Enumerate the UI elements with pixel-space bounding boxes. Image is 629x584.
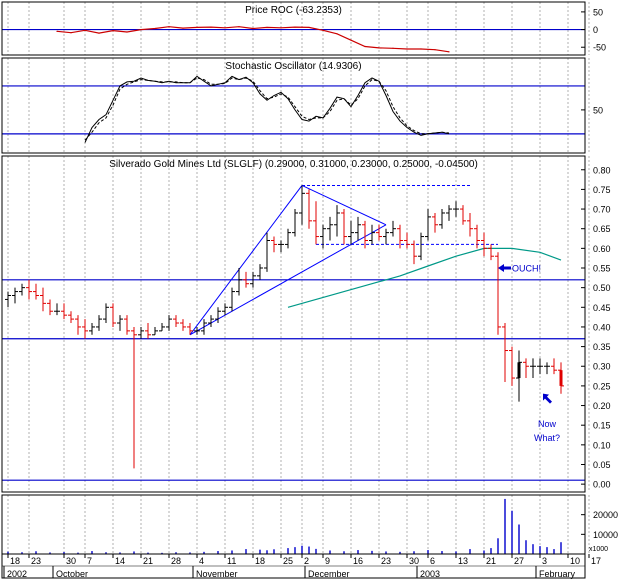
price-bar-body-79 <box>559 370 563 386</box>
price-ytick-label-1: 0.75 <box>593 185 611 195</box>
price-annotation-arrow-now <box>543 393 552 404</box>
roc-point-4 <box>112 30 114 32</box>
price-ytick-label-16: 0.00 <box>593 480 611 490</box>
time-tick-label-20: 3 <box>542 556 547 566</box>
time-tick-label-22: 17 <box>591 556 601 566</box>
roc-point-13 <box>238 26 240 28</box>
chart-svg: 50 0 -50 Price ROC (-63.2353) 50 Stochastic O… <box>1 1 618 579</box>
time-tick-label-4: 14 <box>115 556 125 566</box>
price-ytick-label-10: 0.30 <box>593 362 611 372</box>
roc-point-7 <box>154 27 156 30</box>
chart-root: 50 0 -50 Price ROC (-63.2353) 50 Stochastic O… <box>0 0 629 579</box>
roc-point-28 <box>448 51 450 53</box>
roc-ytick-label-2: -50 <box>593 43 606 53</box>
roc-point-2 <box>84 29 86 31</box>
roc-point-18 <box>308 26 310 29</box>
price-ytick-label-0: 0.80 <box>593 165 611 175</box>
roc-point-27 <box>434 49 436 51</box>
roc-point-22 <box>364 45 366 48</box>
roc-ytick-label-1: 0 <box>593 25 598 35</box>
roc-point-16 <box>280 27 282 29</box>
price-ytick-label-15: 0.05 <box>593 460 611 470</box>
time-tick-label-12: 9 <box>325 556 330 566</box>
time-tick-label-5: 21 <box>143 556 153 566</box>
time-tick-label-10: 25 <box>283 556 293 566</box>
roc-point-24 <box>392 47 394 49</box>
roc-point-19 <box>322 29 324 31</box>
roc-point-5 <box>126 31 128 33</box>
roc-point-6 <box>140 28 142 31</box>
roc-title: Price ROC (-63.2353) <box>245 5 342 16</box>
roc-point-15 <box>266 26 268 29</box>
time-tick-label-17: 13 <box>458 556 468 566</box>
time-tick-label-13: 16 <box>353 556 363 566</box>
time-tick-label-14: 23 <box>381 556 391 566</box>
time-period-label-3: December <box>308 569 350 579</box>
price-ytick-label-5: 0.55 <box>593 264 611 274</box>
price-ytick-label-7: 0.45 <box>593 303 611 313</box>
time-tick-label-0: 18 <box>10 556 20 566</box>
roc-point-26 <box>420 48 422 50</box>
time-tick-label-9: 18 <box>255 556 265 566</box>
time-tick-label-2: 30 <box>66 556 76 566</box>
time-period-label-0: 2002 <box>7 569 27 579</box>
price-annotation-arrow-0 <box>498 264 511 272</box>
price-trendline-0 <box>189 185 303 336</box>
stoch-frame <box>1 57 586 154</box>
price-ytick-label-8: 0.40 <box>593 322 611 332</box>
stoch-ytick-label-0: 50 <box>593 105 603 115</box>
price-annotation-0: OUCH! <box>512 264 541 274</box>
roc-point-12 <box>224 27 226 29</box>
price-ytick-label-6: 0.50 <box>593 283 611 293</box>
roc-point-21 <box>350 39 352 41</box>
roc-point-14 <box>252 27 254 30</box>
price-ytick-label-12: 0.20 <box>593 401 611 411</box>
roc-point-9 <box>182 27 184 29</box>
time-period-label-2: November <box>196 569 238 579</box>
stoch-title: Stochastic Oscillator (14.9306) <box>225 61 361 72</box>
time-period-label-1: October <box>56 569 88 579</box>
time-tick-label-16: 6 <box>430 556 435 566</box>
time-tick-label-6: 28 <box>171 556 181 566</box>
time-tick-label-19: 27 <box>514 556 524 566</box>
stoch-series-d-line <box>84 77 450 141</box>
roc-point-0 <box>56 30 58 32</box>
time-tick-label-7: 4 <box>199 556 204 566</box>
time-tick-label-8: 11 <box>227 556 236 566</box>
roc-point-23 <box>378 47 380 49</box>
time-period-label-5: February <box>539 569 576 579</box>
time-tick-label-3: 7 <box>87 556 92 566</box>
time-tick-label-15: 30 <box>409 556 419 566</box>
volume-ytick-label-1: 10000 <box>593 530 618 540</box>
time-period-label-4: 2003 <box>420 569 440 579</box>
roc-point-8 <box>168 26 170 28</box>
time-tick-label-11: 2 <box>304 556 309 566</box>
roc-point-17 <box>294 26 296 28</box>
roc-point-20 <box>336 33 338 35</box>
volume-unit-label: x1000 <box>589 546 608 553</box>
price-title: Silverado Gold Mines Ltd (SLGLF) (0.2900… <box>109 159 478 170</box>
price-ytick-label-2: 0.70 <box>593 205 611 215</box>
roc-point-25 <box>406 48 408 50</box>
price-ytick-label-13: 0.15 <box>593 421 611 431</box>
roc-point-11 <box>210 26 212 28</box>
price-annotation-1: Now <box>538 419 557 429</box>
volume-ytick-label-0: 20000 <box>593 510 618 520</box>
time-tick-label-21: 10 <box>570 556 580 566</box>
price-ytick-label-14: 0.10 <box>593 440 611 450</box>
price-ytick-label-9: 0.35 <box>593 342 611 352</box>
price-ytick-label-4: 0.60 <box>593 244 611 254</box>
price-annotation-2: What? <box>534 433 560 443</box>
price-bar-body-73 <box>517 362 521 379</box>
time-tick-label-1: 23 <box>31 556 41 566</box>
roc-point-3 <box>98 32 100 34</box>
price-ytick-label-11: 0.25 <box>593 381 611 391</box>
price-ytick-label-3: 0.65 <box>593 224 611 234</box>
roc-point-1 <box>70 32 72 34</box>
roc-ytick-label-0: 50 <box>593 7 603 17</box>
time-tick-label-18: 21 <box>486 556 496 566</box>
roc-point-10 <box>196 26 198 29</box>
